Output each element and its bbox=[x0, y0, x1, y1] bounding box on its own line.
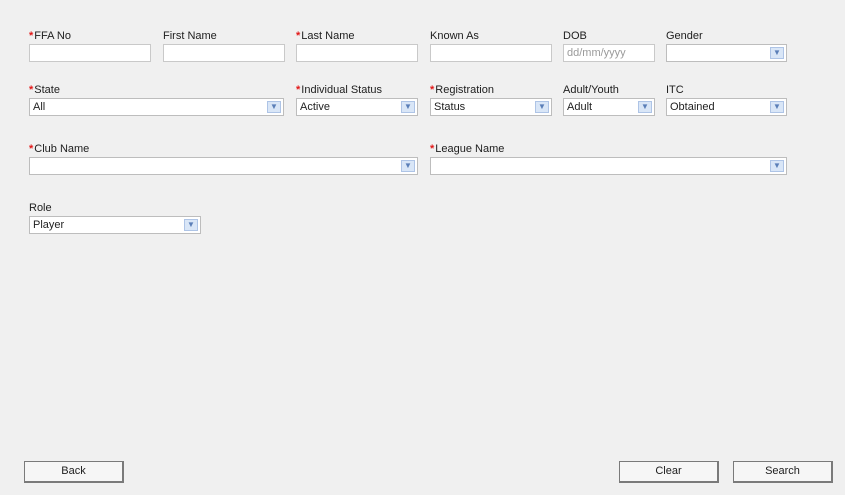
known-as-field: Known As bbox=[430, 30, 552, 64]
chevron-down-icon[interactable]: ▼ bbox=[638, 101, 652, 113]
ffa-no-label: *FFA No bbox=[29, 30, 71, 42]
registration-label: *Registration bbox=[430, 84, 494, 96]
role-select[interactable]: Player ▼ bbox=[29, 216, 201, 234]
individual-status-select[interactable]: Active ▼ bbox=[296, 98, 418, 116]
required-marker: * bbox=[296, 84, 301, 96]
clear-button[interactable]: Clear bbox=[619, 461, 719, 483]
chevron-down-icon[interactable]: ▼ bbox=[267, 101, 281, 113]
league-name-field: *League Name ▼ bbox=[430, 143, 787, 177]
itc-label: ITC bbox=[666, 84, 684, 96]
state-select[interactable]: All ▼ bbox=[29, 98, 284, 116]
last-name-field: *Last Name bbox=[296, 30, 418, 64]
individual-status-field: *Individual Status Active ▼ bbox=[296, 84, 418, 118]
search-button[interactable]: Search bbox=[733, 461, 833, 483]
club-name-field: *Club Name ▼ bbox=[29, 143, 418, 177]
club-name-label: *Club Name bbox=[29, 143, 90, 155]
league-name-label: *League Name bbox=[430, 143, 505, 155]
known-as-label: Known As bbox=[430, 30, 479, 42]
registration-field: *Registration Status ▼ bbox=[430, 84, 552, 118]
role-label: Role bbox=[29, 202, 52, 214]
dob-input[interactable]: dd/mm/yyyy bbox=[563, 44, 655, 62]
gender-select[interactable]: ▼ bbox=[666, 44, 787, 62]
first-name-input[interactable] bbox=[163, 44, 285, 62]
dob-field: DOB dd/mm/yyyy bbox=[563, 30, 655, 64]
first-name-field: First Name bbox=[163, 30, 285, 64]
chevron-down-icon[interactable]: ▼ bbox=[401, 101, 415, 113]
known-as-input[interactable] bbox=[430, 44, 552, 62]
required-marker: * bbox=[29, 84, 34, 96]
adult-youth-label: Adult/Youth bbox=[563, 84, 619, 96]
required-marker: * bbox=[29, 30, 34, 42]
back-button[interactable]: Back bbox=[24, 461, 124, 483]
gender-label: Gender bbox=[666, 30, 703, 42]
state-label: *State bbox=[29, 84, 60, 96]
chevron-down-icon[interactable]: ▼ bbox=[184, 219, 198, 231]
role-field: Role Player ▼ bbox=[29, 202, 201, 236]
required-marker: * bbox=[430, 84, 435, 96]
dob-label: DOB bbox=[563, 30, 587, 42]
chevron-down-icon[interactable]: ▼ bbox=[770, 101, 784, 113]
first-name-label: First Name bbox=[163, 30, 217, 42]
club-name-select[interactable]: ▼ bbox=[29, 157, 418, 175]
registration-select[interactable]: Status ▼ bbox=[430, 98, 552, 116]
ffa-no-field: *FFA No bbox=[29, 30, 151, 64]
required-marker: * bbox=[296, 30, 301, 42]
individual-status-label: *Individual Status bbox=[296, 84, 382, 96]
last-name-label: *Last Name bbox=[296, 30, 355, 42]
search-panel: *FFA No First Name *Last Name Known As D… bbox=[0, 0, 845, 495]
state-field: *State All ▼ bbox=[29, 84, 284, 118]
itc-select[interactable]: Obtained ▼ bbox=[666, 98, 787, 116]
chevron-down-icon[interactable]: ▼ bbox=[770, 47, 784, 59]
chevron-down-icon[interactable]: ▼ bbox=[401, 160, 415, 172]
adult-youth-select[interactable]: Adult ▼ bbox=[563, 98, 655, 116]
adult-youth-field: Adult/Youth Adult ▼ bbox=[563, 84, 655, 118]
ffa-no-input[interactable] bbox=[29, 44, 151, 62]
itc-field: ITC Obtained ▼ bbox=[666, 84, 787, 118]
chevron-down-icon[interactable]: ▼ bbox=[535, 101, 549, 113]
required-marker: * bbox=[430, 143, 435, 155]
league-name-select[interactable]: ▼ bbox=[430, 157, 787, 175]
gender-field: Gender ▼ bbox=[666, 30, 787, 64]
last-name-input[interactable] bbox=[296, 44, 418, 62]
chevron-down-icon[interactable]: ▼ bbox=[770, 160, 784, 172]
required-marker: * bbox=[29, 143, 34, 155]
dob-placeholder: dd/mm/yyyy bbox=[567, 47, 626, 59]
